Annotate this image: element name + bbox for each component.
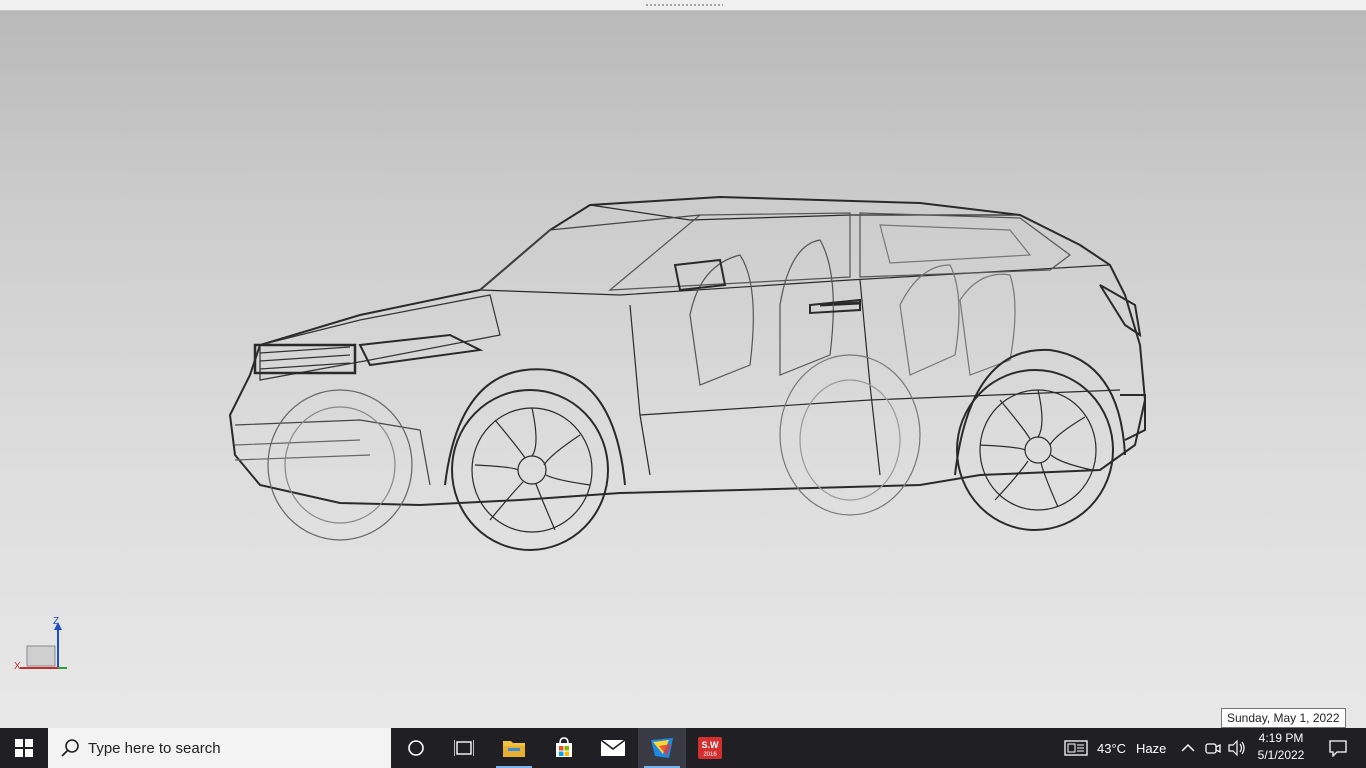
- solidworks-icon: S.W 2016: [698, 737, 722, 759]
- circle-icon: [408, 740, 424, 756]
- search-box[interactable]: Type here to search: [48, 728, 391, 768]
- solidworks-version: 2016: [703, 752, 717, 758]
- microsoft-store-button[interactable]: [540, 728, 588, 768]
- system-tray: [1180, 728, 1246, 768]
- date-tooltip: Sunday, May 1, 2022: [1221, 708, 1346, 728]
- news-weather-icon: [1064, 740, 1088, 756]
- taskbar: Type here to search S.W 2016 43°C Haze 4…: [0, 728, 1366, 768]
- store-icon: [556, 737, 572, 757]
- cad-app-icon: [651, 738, 673, 758]
- front-left-wheel: [451, 389, 609, 551]
- orientation-triad: Z X: [12, 616, 72, 676]
- clock-date: 5/1/2022: [1257, 748, 1305, 762]
- weather-condition: Haze: [1136, 740, 1167, 756]
- clock-time: 4:19 PM: [1258, 731, 1304, 745]
- taskbar-clock[interactable]: 4:19 PM 5/1/2022: [1252, 730, 1310, 766]
- weather-widget[interactable]: 43°C Haze: [1064, 728, 1166, 768]
- task-view-icon: [454, 740, 474, 756]
- task-view-button[interactable]: [440, 728, 488, 768]
- x-axis-label: X: [14, 661, 21, 672]
- cad-viewer-button[interactable]: [638, 728, 686, 768]
- folder-icon: [503, 741, 525, 757]
- z-axis-label: Z: [53, 616, 60, 627]
- cortana-button[interactable]: [392, 728, 440, 768]
- svg-text:S.W: S.W: [702, 740, 720, 750]
- action-center-icon: [1329, 740, 1347, 757]
- action-center-button[interactable]: [1318, 728, 1358, 768]
- splitter-handle[interactable]: [645, 3, 723, 7]
- windows-logo-icon: [15, 739, 33, 757]
- search-icon: [61, 739, 79, 757]
- suv-wireframe-model[interactable]: [220, 185, 1160, 555]
- mail-button[interactable]: [589, 728, 637, 768]
- graphics-viewport[interactable]: Z X: [0, 0, 1366, 728]
- search-placeholder: Type here to search: [88, 739, 221, 757]
- weather-temperature: 43°C: [1097, 740, 1127, 756]
- speaker-icon[interactable]: [1228, 740, 1246, 756]
- solidworks-button[interactable]: S.W 2016: [686, 728, 734, 768]
- meet-now-icon[interactable]: [1204, 740, 1222, 756]
- mail-icon: [600, 739, 626, 756]
- start-button[interactable]: [0, 728, 48, 768]
- axis-triad-icon: [20, 622, 67, 669]
- file-explorer-button[interactable]: [490, 728, 538, 768]
- chevron-up-icon[interactable]: [1180, 740, 1196, 756]
